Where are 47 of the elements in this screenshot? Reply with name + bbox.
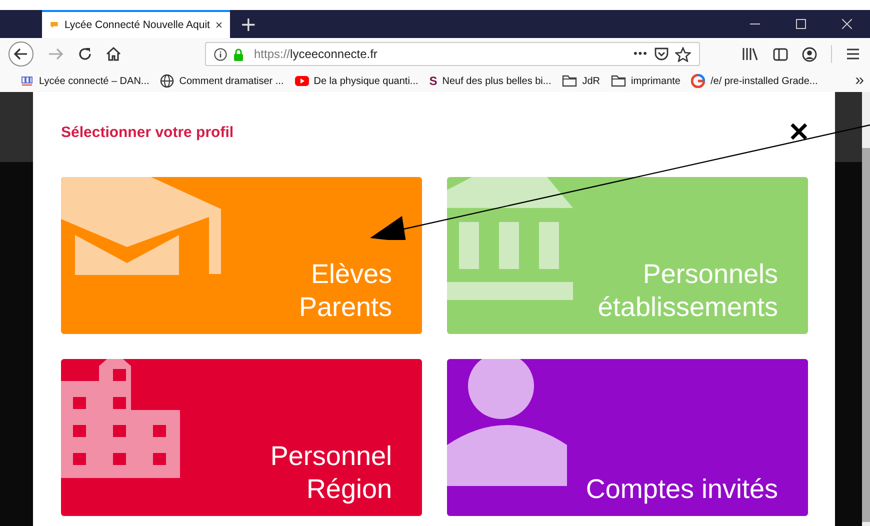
close-button[interactable]: ✕ (788, 116, 810, 148)
site-icon: S (429, 74, 438, 88)
sidebar-icon[interactable] (773, 48, 788, 60)
folder-icon (611, 75, 626, 87)
bookmark-item[interactable]: Lycée connecté – DAN... (20, 74, 150, 88)
account-icon[interactable] (802, 46, 817, 62)
reload-icon[interactable] (78, 47, 92, 61)
library-icon[interactable] (742, 47, 759, 61)
lock-icon (233, 48, 244, 60)
scrollbar-thumb[interactable] (862, 148, 870, 522)
bookmark-item[interactable]: S Neuf des plus belles bi... (429, 74, 552, 88)
dialog-title: Sélectionner votre profil (61, 124, 234, 140)
graduation-cap-icon (61, 177, 221, 277)
bookmark-item[interactable]: imprimante (611, 75, 680, 87)
menu-icon[interactable] (846, 48, 860, 60)
tile-label: Elèves Parents (298, 258, 393, 324)
pocket-icon[interactable] (654, 47, 669, 61)
ring-icon (691, 74, 706, 88)
browser-tab[interactable]: Lycée Connecté Nouvelle Aquit (42, 10, 230, 38)
maximize-icon[interactable] (796, 19, 806, 29)
logo-icon (20, 74, 34, 88)
bookmark-item[interactable]: De la physique quanti... (294, 76, 418, 86)
info-icon[interactable] (214, 48, 227, 60)
tile-label: Personnel Région (270, 440, 393, 506)
person-icon (447, 359, 567, 486)
more-bookmarks-button[interactable]: » (855, 72, 864, 90)
bookmark-item[interactable]: /e/ pre-installed Grade... (691, 74, 818, 88)
profile-tile[interactable]: Personnel Région (61, 359, 422, 516)
folder-icon (562, 75, 578, 87)
profile-tile[interactable]: Comptes invités (447, 359, 808, 516)
tile-label: Comptes invités (586, 473, 779, 506)
more-actions-button[interactable]: ••• (633, 48, 648, 60)
back-icon[interactable] (8, 41, 34, 67)
address-bar[interactable]: https://lyceeconnecte.fr ••• (205, 42, 700, 66)
home-icon[interactable] (106, 47, 121, 61)
bookmark-item[interactable]: JdR (562, 75, 600, 87)
close-icon[interactable] (216, 20, 222, 30)
url-text: https://lyceeconnecte.fr (254, 47, 378, 61)
office-building-icon (61, 359, 180, 478)
bookmark-item[interactable]: Comment dramatiser ... (160, 74, 284, 88)
new-tab-button[interactable]: + (236, 12, 261, 36)
columns-building-icon (447, 177, 573, 300)
play-icon (294, 76, 309, 86)
globe-icon (160, 74, 174, 88)
close-icon[interactable] (842, 19, 852, 29)
tile-label: Personnels établissements (598, 258, 779, 324)
star-icon[interactable] (675, 46, 691, 62)
